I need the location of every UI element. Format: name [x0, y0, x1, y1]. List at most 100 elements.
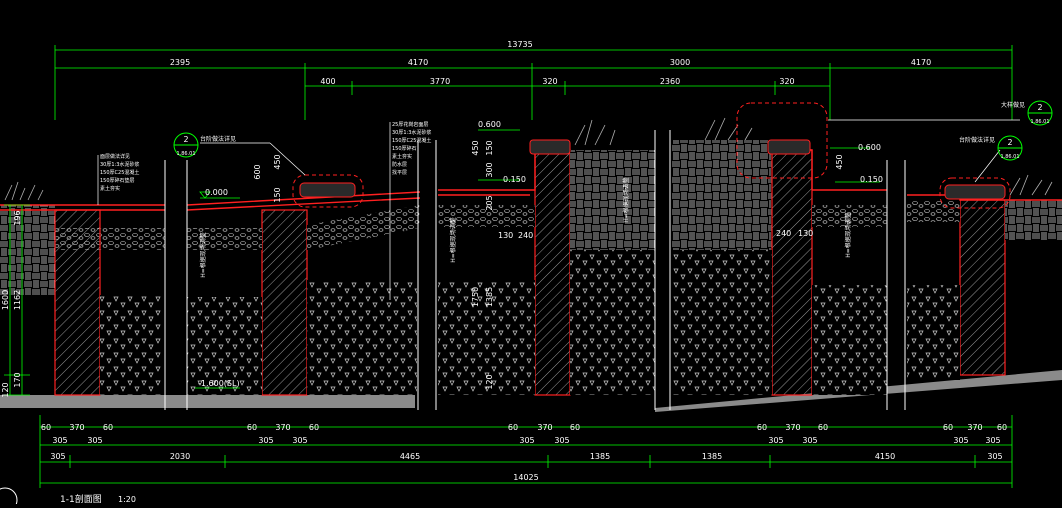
wall-2 [261, 209, 308, 396]
dim-b2-1b: 305 [87, 436, 102, 445]
mid-dim-240b: 240 [776, 229, 791, 238]
layer-note-mid-3: 150厚C25混凝土 [392, 137, 431, 144]
dim-b1-5a: 60 [943, 423, 953, 432]
layer-note-left-5: 素土夯实 [100, 185, 120, 192]
mid-dim-150b: 150 [485, 140, 494, 155]
dim-b1-2a: 60 [247, 423, 257, 432]
wall-label-4: H=根据现场调整 [844, 212, 852, 258]
dim-b1-3b: 370 [537, 423, 552, 432]
elev-150-right: 0.150 [860, 175, 883, 184]
callout-2-label: 台阶做法详见 [959, 136, 995, 144]
dim-b3-5: 1385 [702, 452, 722, 461]
dim-b1-5b: 370 [967, 423, 982, 432]
layer-note-left-4: 150厚碎石垫层 [100, 177, 135, 184]
gravel-slope [307, 205, 420, 250]
dim-b1-3a: 60 [508, 423, 518, 432]
plants [4, 117, 1053, 201]
dim-b2-4b: 305 [802, 436, 817, 445]
left-dim-1600: 1600 [1, 290, 10, 310]
layer-note-left-3: 150厚C25混凝土 [100, 169, 139, 176]
dim-overall-bottom: 14025 [513, 473, 538, 482]
paving-outline [0, 149, 1062, 211]
dim-top-3-5: 320 [779, 77, 794, 86]
drawing-title: 1-1剖面图 [60, 493, 102, 504]
coping-left [299, 182, 356, 198]
dim-b1-1a: 60 [41, 423, 51, 432]
mid-dim-450a: 450 [273, 154, 282, 169]
layer-note-mid-4: 150厚碎石 [392, 145, 417, 152]
callout-3-label: 大样做见 [1001, 101, 1025, 109]
left-wall-1 [54, 209, 101, 396]
left-dim-170: 170 [13, 372, 22, 387]
foundation-6 [672, 250, 772, 395]
mid-dim-450b: 450 [471, 140, 480, 155]
dim-top-3-3: 320 [542, 77, 557, 86]
foundation-1 [100, 295, 162, 395]
elev-minus: -1.600(SL) [198, 379, 240, 388]
dim-b2-2a: 305 [258, 436, 273, 445]
left-soil [0, 205, 55, 295]
dim-b1-4b: 370 [785, 423, 800, 432]
top-dimension-lines [54, 45, 1013, 120]
elev-600-right: 0.600 [858, 143, 881, 152]
dim-b3-2: 2030 [170, 452, 190, 461]
coping-far-right [944, 184, 1006, 200]
dim-b1-1c: 60 [103, 423, 113, 432]
layer-note-mid-7: 找平层 [392, 169, 407, 176]
left-dim-120: 120 [1, 382, 10, 397]
mid-dim-240a: 240 [518, 231, 533, 240]
raised-planter-2 [771, 149, 813, 396]
planter-fill-2 [672, 140, 772, 250]
layer-note-mid-5: 素土夯实 [392, 153, 412, 160]
drawing-scale: 1:20 [118, 495, 136, 504]
layer-note-mid-1: 25厚花岗岩面层 [392, 121, 428, 128]
dim-b2-3b: 305 [554, 436, 569, 445]
wall-right [959, 199, 1006, 376]
dim-b1-1b: 370 [69, 423, 84, 432]
gravel-5 [907, 200, 960, 222]
mid-dim-450c: 450 [835, 154, 844, 169]
layer-note-left-2: 30厚1:3水泥砂浆 [100, 161, 139, 168]
mid-dim-1750: 1750 [471, 287, 480, 307]
elev-600-left: 0.600 [478, 120, 501, 129]
mid-dim-300: 300 [485, 162, 494, 177]
wall-label-3: H=根据现场调整 [622, 177, 630, 223]
dim-b2-4a: 305 [768, 436, 783, 445]
coping-center [529, 139, 571, 155]
wall-label-2: H=根据现场调整 [449, 217, 457, 263]
mid-dim-600: 600 [253, 164, 262, 179]
wall-label-1: H=根据现场调整 [199, 232, 207, 278]
dim-b3-7: 305 [987, 452, 1002, 461]
foundation-7 [812, 285, 887, 395]
dim-b2-5b: 305 [985, 436, 1000, 445]
dim-b1-5c: 60 [997, 423, 1007, 432]
dim-b1-4a: 60 [757, 423, 767, 432]
dim-top-3-2: 3770 [430, 77, 450, 86]
coping-right [767, 139, 811, 155]
dim-overall-top: 13735 [507, 40, 532, 49]
callout-1-label: 台阶做法详见 [200, 135, 236, 143]
dim-b3-6: 4150 [875, 452, 895, 461]
callout-1-num: 2 [183, 135, 188, 144]
dim-top-3-4: 2360 [660, 77, 680, 86]
elev-zero: 0.000 [205, 188, 228, 197]
elev-150-left: 0.150 [503, 175, 526, 184]
callout-3-sheet: 1.86.01 [1030, 119, 1049, 125]
layer-note-mid-2: 30厚1:3水泥砂浆 [392, 129, 431, 136]
mid-dim-205: 205 [485, 195, 494, 210]
dim-b2-3a: 305 [519, 436, 534, 445]
ground-left [0, 395, 415, 408]
foundation-8 [907, 285, 960, 380]
section-drawing: 13735 2395 4170 3000 4170 400 3770 320 2… [0, 40, 1062, 508]
layer-note-left-1: 面层做法详见 [100, 153, 130, 160]
dim-top-2-4: 4170 [911, 58, 931, 67]
dim-top-2-3: 3000 [670, 58, 690, 67]
dim-top-3-1: 400 [320, 77, 335, 86]
dim-b1-2c: 60 [309, 423, 319, 432]
mid-dim-1385: 1385 [485, 287, 494, 307]
mid-dim-130b: 130 [798, 229, 813, 238]
right-soil [1005, 200, 1062, 240]
dim-b2-5a: 305 [953, 436, 968, 445]
callout-1-sheet: 1.86.01 [176, 151, 195, 157]
cad-drawing-canvas[interactable]: 13735 2395 4170 3000 4170 400 3770 320 2… [0, 0, 1062, 508]
